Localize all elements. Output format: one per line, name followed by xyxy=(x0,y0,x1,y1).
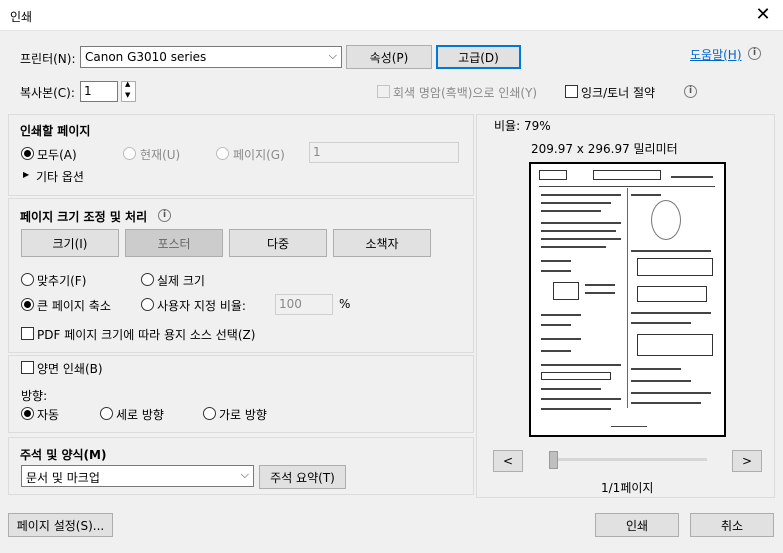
close-icon[interactable]: ✕ xyxy=(751,3,775,27)
comments-select[interactable]: 문서 및 마크업 ⌵ xyxy=(21,465,254,487)
pages-range-radio[interactable] xyxy=(216,147,229,160)
duplex-label: 양면 인쇄(B) xyxy=(37,362,103,376)
percent-sign: % xyxy=(339,297,351,311)
preview-scale: 비율: 79% xyxy=(494,119,551,133)
properties-button[interactable]: 속성(P) xyxy=(346,45,432,69)
preview-page-thumbnail xyxy=(529,162,726,437)
pages-current-label: 현재(U) xyxy=(140,148,181,162)
ink-info-icon[interactable]: i xyxy=(684,85,697,98)
ink-save-label: 잉크/토너 절약 xyxy=(581,86,656,100)
tab-booklet[interactable]: 소책자 xyxy=(333,229,431,257)
orientation-auto-radio[interactable] xyxy=(21,407,34,420)
printer-label: 프린터(N): xyxy=(20,52,76,66)
page-setup-button[interactable]: 페이지 설정(S)... xyxy=(8,513,113,537)
copies-stepper[interactable]: ▲ ▼ xyxy=(121,80,136,102)
title-bar: 인쇄 ✕ xyxy=(0,0,783,31)
comments-summary-button[interactable]: 주석 요약(T) xyxy=(259,465,346,489)
window-title: 인쇄 xyxy=(10,10,33,24)
preview-slider-track[interactable] xyxy=(549,458,707,461)
pages-current-radio[interactable] xyxy=(123,147,136,160)
duplex-panel: 양면 인쇄(B) 방향: 자동 세로 방향 가로 방향 xyxy=(8,355,474,433)
orientation-portrait-label: 세로 방향 xyxy=(116,408,164,422)
pages-range-label: 페이지(G) xyxy=(233,148,285,162)
copies-input[interactable]: 1 xyxy=(80,81,118,102)
orientation-landscape-radio[interactable] xyxy=(203,407,216,420)
pages-range-value: 1 xyxy=(313,145,321,159)
print-button[interactable]: 인쇄 xyxy=(595,513,679,537)
stepper-down-icon[interactable]: ▼ xyxy=(125,91,130,99)
orientation-auto-label: 자동 xyxy=(37,408,60,422)
actual-size-radio[interactable] xyxy=(141,273,154,286)
custom-scale-label: 사용자 지정 비율: xyxy=(157,299,246,313)
shrink-label: 큰 페이지 축소 xyxy=(37,299,111,313)
preview-next-button[interactable]: > xyxy=(732,450,762,472)
printer-select[interactable]: Canon G3010 series ⌵ xyxy=(80,46,342,68)
preview-prev-button[interactable]: < xyxy=(493,450,523,472)
sizing-section-title: 페이지 크기 조정 및 처리 xyxy=(20,210,148,224)
tab-poster[interactable]: 포스터 xyxy=(125,229,223,257)
help-link[interactable]: 도움말(H) xyxy=(690,46,742,63)
orientation-landscape-label: 가로 방향 xyxy=(219,408,267,422)
pages-range-input[interactable]: 1 xyxy=(309,142,459,163)
copies-label: 복사본(C): xyxy=(20,86,75,100)
chevron-down-icon: ⌵ xyxy=(328,49,337,62)
shrink-radio[interactable] xyxy=(21,298,34,311)
tab-multiple[interactable]: 다중 xyxy=(229,229,327,257)
comments-selected-value: 문서 및 마크업 xyxy=(26,471,100,485)
ink-save-checkbox[interactable] xyxy=(565,85,578,98)
copies-value: 1 xyxy=(84,84,92,98)
preview-page-indicator: 1/1페이지 xyxy=(601,481,654,495)
pages-all-radio[interactable] xyxy=(21,147,34,160)
sizing-panel: 페이지 크기 조정 및 처리 i 크기(I) 포스터 다중 소책자 맞추기(F)… xyxy=(8,198,474,353)
pages-section-title: 인쇄할 페이지 xyxy=(20,124,91,138)
cancel-button[interactable]: 취소 xyxy=(690,513,774,537)
preview-panel: 비율: 79% 209.97 x 296.97 밀리미터 < > 1/1페이지 xyxy=(476,114,775,498)
grayscale-checkbox[interactable] xyxy=(377,85,390,98)
stepper-up-icon[interactable]: ▲ xyxy=(125,80,130,88)
grayscale-label: 회색 명암(흑백)으로 인쇄(Y) xyxy=(393,86,538,100)
preview-dimensions: 209.97 x 296.97 밀리미터 xyxy=(531,142,678,156)
custom-scale-radio[interactable] xyxy=(141,298,154,311)
custom-scale-value: 100 xyxy=(279,297,302,311)
orientation-title: 방향: xyxy=(21,389,48,403)
expand-arrow-icon[interactable]: ▶ xyxy=(23,170,29,179)
orientation-portrait-radio[interactable] xyxy=(100,407,113,420)
tab-size[interactable]: 크기(I) xyxy=(21,229,119,257)
duplex-checkbox[interactable] xyxy=(21,361,34,374)
preview-slider-thumb[interactable] xyxy=(549,451,558,469)
more-options-toggle[interactable]: 기타 옵션 xyxy=(36,168,84,185)
help-info-icon[interactable]: i xyxy=(748,47,761,60)
chevron-down-icon: ⌵ xyxy=(240,468,249,481)
sizing-info-icon[interactable]: i xyxy=(158,209,171,222)
actual-size-label: 실제 크기 xyxy=(157,274,205,288)
printer-selected-value: Canon G3010 series xyxy=(85,50,207,64)
comments-panel: 주석 및 양식(M) 문서 및 마크업 ⌵ 주석 요약(T) xyxy=(8,437,474,495)
fit-radio[interactable] xyxy=(21,273,34,286)
pages-all-label: 모두(A) xyxy=(37,148,77,162)
fit-label: 맞추기(F) xyxy=(37,274,87,288)
custom-scale-input[interactable]: 100 xyxy=(275,294,333,315)
comments-title: 주석 및 양식(M) xyxy=(20,448,107,462)
pdf-source-label: PDF 페이지 크기에 따라 용지 소스 선택(Z) xyxy=(37,328,256,342)
pages-panel: 인쇄할 페이지 모두(A) 현재(U) 페이지(G) 1 ▶ 기타 옵션 xyxy=(8,114,474,196)
advanced-button[interactable]: 고급(D) xyxy=(436,45,521,69)
pdf-source-checkbox[interactable] xyxy=(21,327,34,340)
